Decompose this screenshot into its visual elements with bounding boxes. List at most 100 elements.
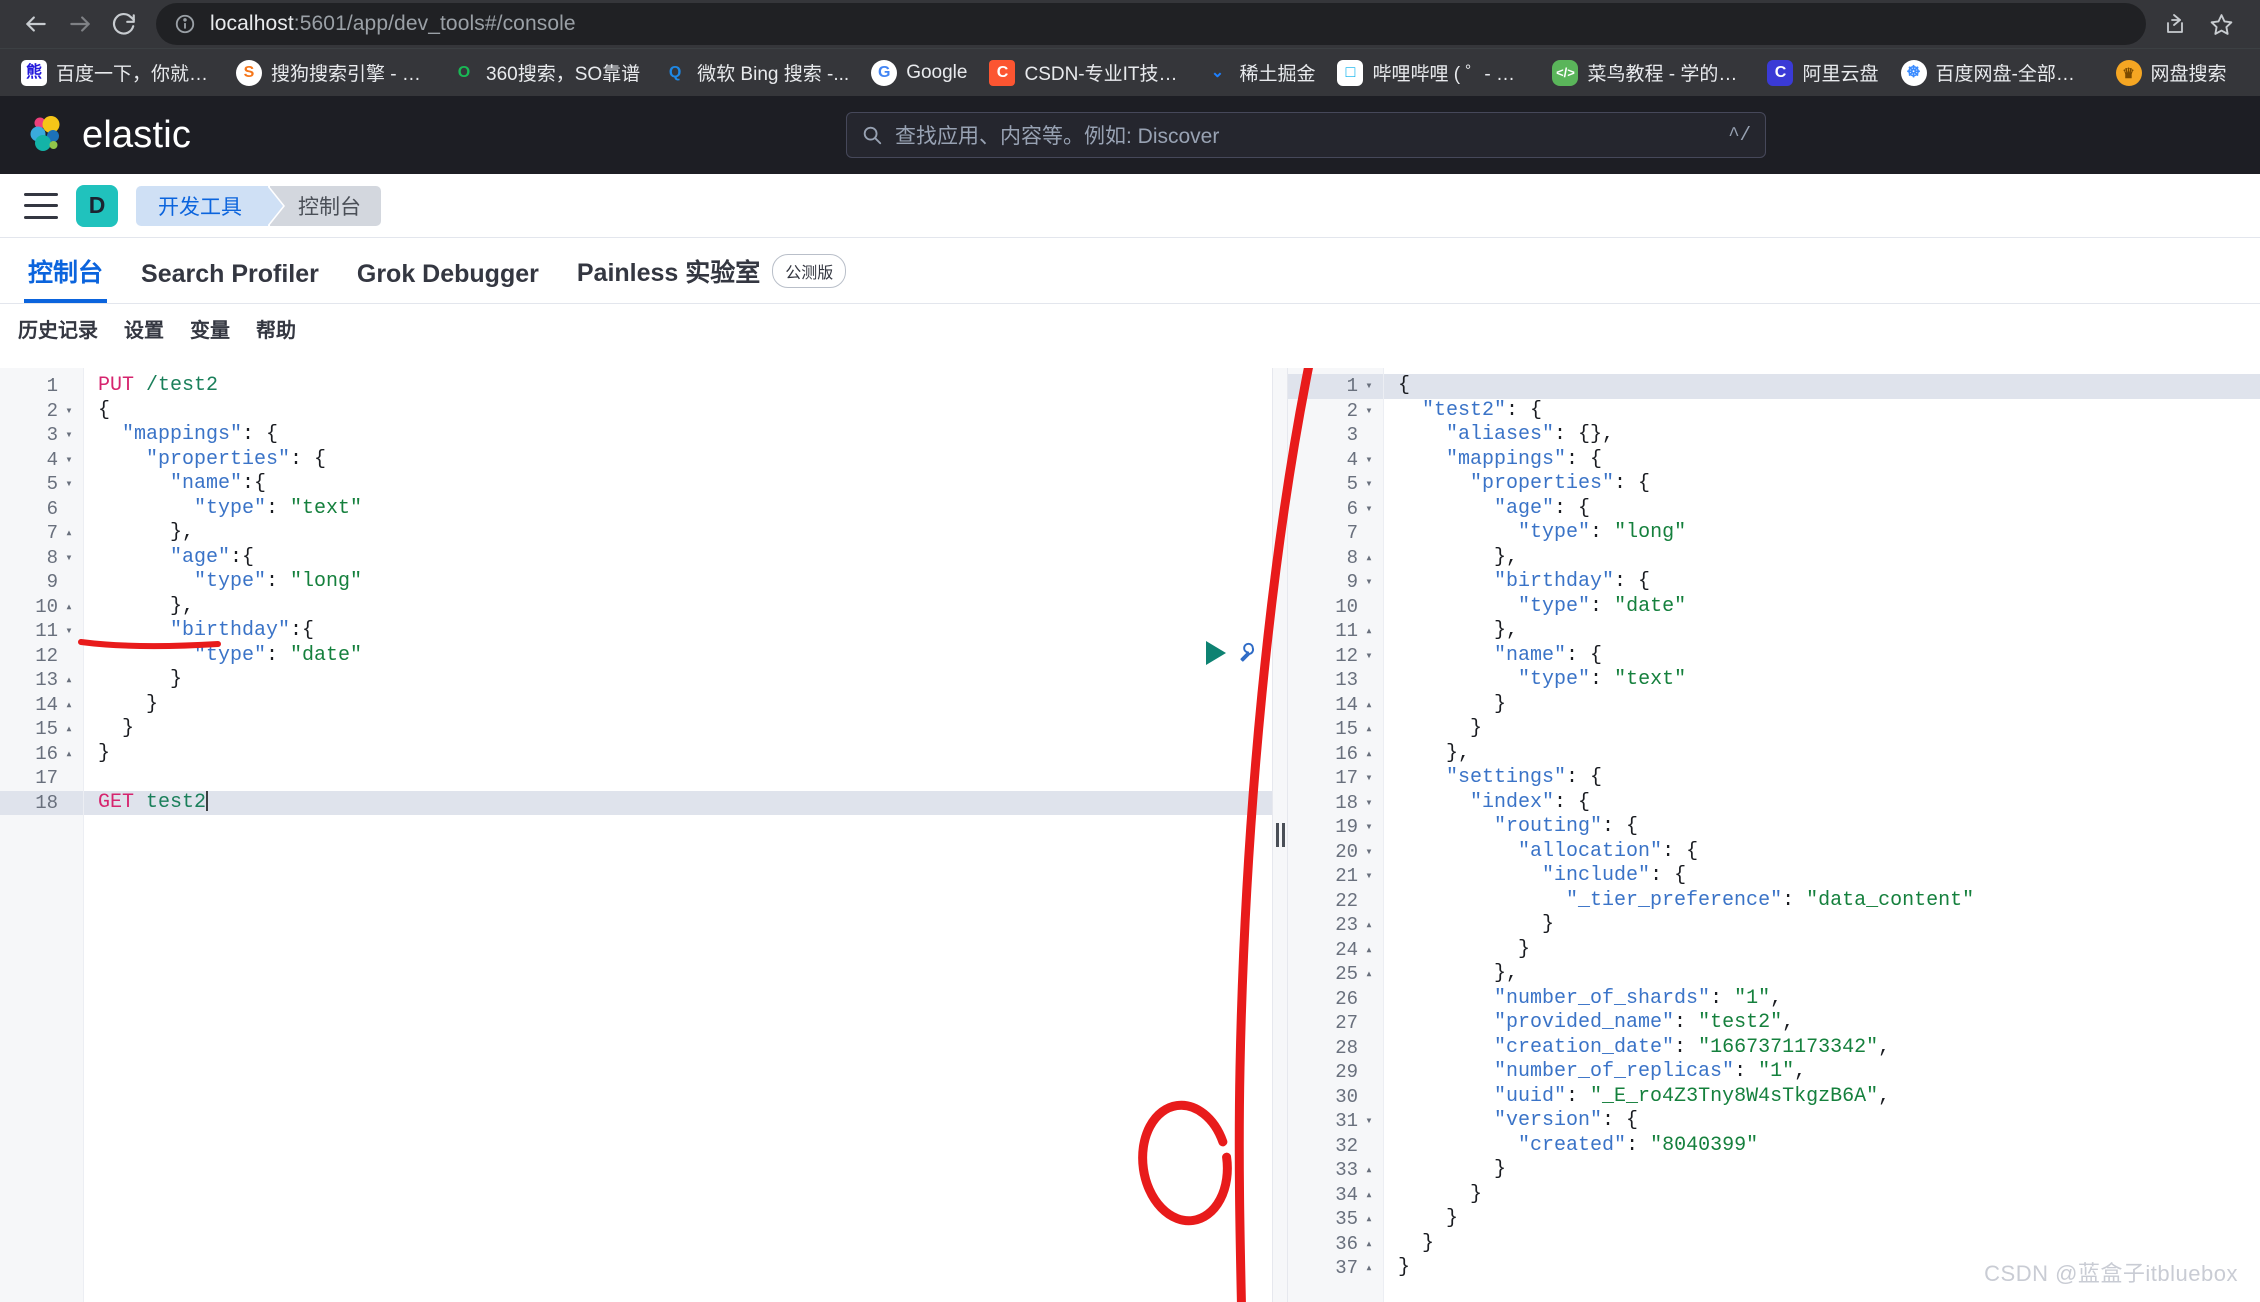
code-token: } bbox=[1398, 692, 1507, 716]
console-menu-item-4[interactable]: 帮助 bbox=[256, 314, 296, 343]
code-token: "provided_name" bbox=[1494, 1011, 1675, 1034]
fold-open-icon[interactable]: ▾ bbox=[1363, 405, 1375, 417]
bookmark-item[interactable]: ⌄ 稀土掘金 bbox=[1193, 55, 1326, 90]
fold-close-icon[interactable]: ▴ bbox=[63, 748, 75, 760]
line-number: 30 bbox=[1335, 1085, 1358, 1108]
fold-close-icon[interactable]: ▴ bbox=[1363, 699, 1375, 711]
line-number: 5 bbox=[1346, 473, 1358, 496]
fold-open-icon[interactable]: ▾ bbox=[63, 429, 75, 441]
gutter-line: 34 ▴ bbox=[1288, 1183, 1383, 1208]
pane-splitter[interactable] bbox=[1272, 368, 1288, 1302]
breadcrumb-item-console[interactable]: 控制台 bbox=[269, 185, 381, 226]
fold-open-icon[interactable]: ▾ bbox=[1363, 870, 1375, 882]
fold-close-icon[interactable]: ▴ bbox=[1363, 944, 1375, 956]
fold-close-icon[interactable]: ▴ bbox=[1363, 968, 1375, 980]
gutter-line: 1 ▾ bbox=[1288, 374, 1383, 399]
line-number: 11 bbox=[35, 620, 58, 643]
reload-icon[interactable] bbox=[102, 2, 146, 46]
fold-close-icon[interactable]: ▴ bbox=[1363, 919, 1375, 931]
fold-close-icon[interactable]: ▴ bbox=[1363, 1189, 1375, 1201]
fold-close-icon[interactable]: ▴ bbox=[1363, 1238, 1375, 1250]
fold-open-icon[interactable]: ▾ bbox=[1363, 478, 1375, 490]
space-avatar[interactable]: D bbox=[76, 184, 118, 227]
forward-arrow-icon[interactable] bbox=[58, 2, 102, 46]
gutter-line: 24 ▴ bbox=[1288, 938, 1383, 963]
hamburger-menu-icon[interactable] bbox=[24, 192, 58, 219]
bookmark-star-icon[interactable] bbox=[2200, 3, 2242, 45]
play-run-icon[interactable] bbox=[1206, 641, 1226, 665]
fold-open-icon[interactable]: ▾ bbox=[1363, 503, 1375, 515]
bookmark-item[interactable]: G Google bbox=[860, 56, 978, 90]
bookmark-item[interactable]: 熊百度一下，你就知道 bbox=[10, 55, 225, 90]
line-number: 14 bbox=[35, 693, 58, 716]
fold-open-icon[interactable]: ▾ bbox=[1363, 576, 1375, 588]
fold-close-icon[interactable]: ▴ bbox=[1363, 625, 1375, 637]
code-token: "version" bbox=[1494, 1109, 1603, 1132]
fold-close-icon[interactable]: ▴ bbox=[63, 723, 75, 735]
tab-3[interactable]: Grok Debugger bbox=[353, 260, 543, 303]
wrench-icon[interactable] bbox=[1236, 640, 1262, 666]
fold-close-icon[interactable]: ▴ bbox=[63, 699, 75, 711]
tab-1[interactable]: 控制台 bbox=[24, 253, 108, 303]
fold-open-icon[interactable]: ▾ bbox=[63, 552, 75, 564]
console-menu-item-1[interactable]: 历史记录 bbox=[18, 314, 98, 343]
bookmark-item[interactable]: ☸ 百度网盘-全部文件 bbox=[1890, 55, 2105, 90]
fold-open-icon[interactable]: ▾ bbox=[1363, 650, 1375, 662]
bookmark-item[interactable]: □ 哔哩哔哩 ( ゜- ゜)つ... bbox=[1326, 55, 1541, 90]
gutter-line: 31 ▾ bbox=[1288, 1109, 1383, 1134]
fold-open-icon[interactable]: ▾ bbox=[1363, 846, 1375, 858]
fold-close-icon[interactable]: ▴ bbox=[1363, 1213, 1375, 1225]
global-search-bar[interactable]: 查找应用、内容等。例如: Discover ^/ bbox=[846, 112, 1766, 158]
request-code[interactable]: PUT /test2{ "mappings": { "properties": … bbox=[84, 368, 1272, 1302]
site-info-icon[interactable] bbox=[174, 13, 196, 35]
code-line: } bbox=[1398, 693, 2260, 718]
code-token: :{ bbox=[290, 619, 315, 642]
fold-open-icon[interactable]: ▾ bbox=[1363, 821, 1375, 833]
bookmark-item[interactable]: Q 微软 Bing 搜索 -... bbox=[651, 55, 860, 90]
fold-close-icon[interactable]: ▴ bbox=[1363, 748, 1375, 760]
code-line: "uuid": "_E_ro4Z3Tny8W4sTkgzB6A", bbox=[1398, 1085, 2260, 1110]
tab-2[interactable]: Search Profiler bbox=[137, 260, 323, 303]
code-line: "properties": { bbox=[1398, 472, 2260, 497]
fold-open-icon[interactable]: ▾ bbox=[1363, 772, 1375, 784]
fold-close-icon[interactable]: ▴ bbox=[1363, 1164, 1375, 1176]
fold-close-icon[interactable]: ▴ bbox=[63, 601, 75, 613]
bookmark-item[interactable]: </> 菜鸟教程 - 学的不... bbox=[1541, 55, 1756, 90]
bookmark-item[interactable]: O 360搜索，SO靠谱 bbox=[440, 55, 651, 90]
request-editor-pane[interactable]: 1 2 ▾ 3 ▾ 4 ▾ 5 ▾ 6 7 ▴ 8 ▾ 9 10 ▴ 11 ▾ 12 13 ▴ 14 ▴ 15 ▴ 16 ▴ 17 18 … bbox=[0, 368, 1272, 1302]
fold-open-icon[interactable]: ▾ bbox=[63, 454, 75, 466]
fold-open-icon[interactable]: ▾ bbox=[1363, 797, 1375, 809]
response-viewer-pane[interactable]: 1 ▾ 2 ▾ 3 4 ▾ 5 ▾ 6 ▾ 7 8 ▴ 9 ▾ 10 11 ▴ 12 ▾ 13 14 ▴ 15 ▴ 16 ▴ 17 ▾ 18… bbox=[1288, 368, 2260, 1302]
tab-4[interactable]: Painless 实验室 公测版 bbox=[573, 253, 850, 303]
bookmark-item[interactable]: C 阿里云盘 bbox=[1756, 55, 1889, 90]
bookmark-item[interactable]: C CSDN-专业IT技术... bbox=[978, 55, 1193, 90]
address-bar[interactable]: localhost:5601/app/dev_tools#/console bbox=[156, 3, 2146, 45]
code-token: : { bbox=[1602, 815, 1639, 838]
fold-close-icon[interactable]: ▴ bbox=[1363, 723, 1375, 735]
bookmark-item[interactable]: S 搜狗搜索引擎 - 上... bbox=[225, 55, 440, 90]
fold-open-icon[interactable]: ▾ bbox=[63, 625, 75, 637]
fold-open-icon[interactable]: ▾ bbox=[1363, 454, 1375, 466]
line-number: 18 bbox=[35, 791, 58, 814]
breadcrumb-item-dev-tools[interactable]: 开发工具 bbox=[136, 185, 283, 226]
fold-open-icon[interactable]: ▾ bbox=[63, 405, 75, 417]
elastic-brand[interactable]: elastic bbox=[24, 111, 191, 160]
drag-handle-icon[interactable] bbox=[1275, 823, 1285, 847]
console-menu-item-3[interactable]: 变量 bbox=[190, 314, 230, 343]
fold-open-icon[interactable]: ▾ bbox=[1363, 380, 1375, 392]
fold-close-icon[interactable]: ▴ bbox=[63, 527, 75, 539]
share-icon[interactable] bbox=[2154, 3, 2196, 45]
back-arrow-icon[interactable] bbox=[14, 2, 58, 46]
console-menu-item-2[interactable]: 设置 bbox=[124, 314, 164, 343]
fold-close-icon[interactable]: ▴ bbox=[1363, 552, 1375, 564]
fold-close-icon[interactable]: ▴ bbox=[1363, 1262, 1375, 1274]
fold-close-icon[interactable]: ▴ bbox=[63, 674, 75, 686]
bookmark-item[interactable]: ♛ 网盘搜索 bbox=[2105, 55, 2238, 90]
fold-open-icon[interactable]: ▾ bbox=[1363, 1115, 1375, 1127]
fold-open-icon[interactable]: ▾ bbox=[63, 478, 75, 490]
code-token: : { bbox=[1554, 790, 1591, 814]
